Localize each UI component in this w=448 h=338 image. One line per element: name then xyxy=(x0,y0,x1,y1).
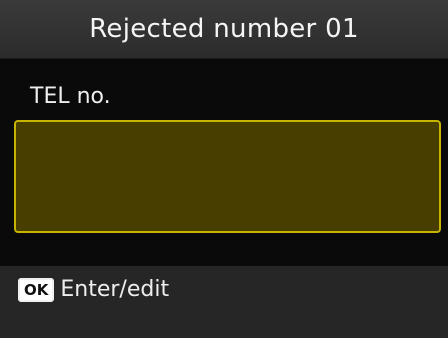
ok-button-icon: OK xyxy=(18,277,55,302)
ok-enter-edit-hint[interactable]: OK Enter/edit xyxy=(18,277,169,302)
tel-no-label: TEL no. xyxy=(30,84,111,109)
ok-action-label: Enter/edit xyxy=(60,277,170,302)
printer-display-screen: Rejected number 01 TEL no. OK Enter/edit xyxy=(0,0,448,338)
title-bar: Rejected number 01 xyxy=(0,0,448,59)
tel-number-input[interactable] xyxy=(14,120,441,233)
screen-title: Rejected number 01 xyxy=(89,14,359,44)
